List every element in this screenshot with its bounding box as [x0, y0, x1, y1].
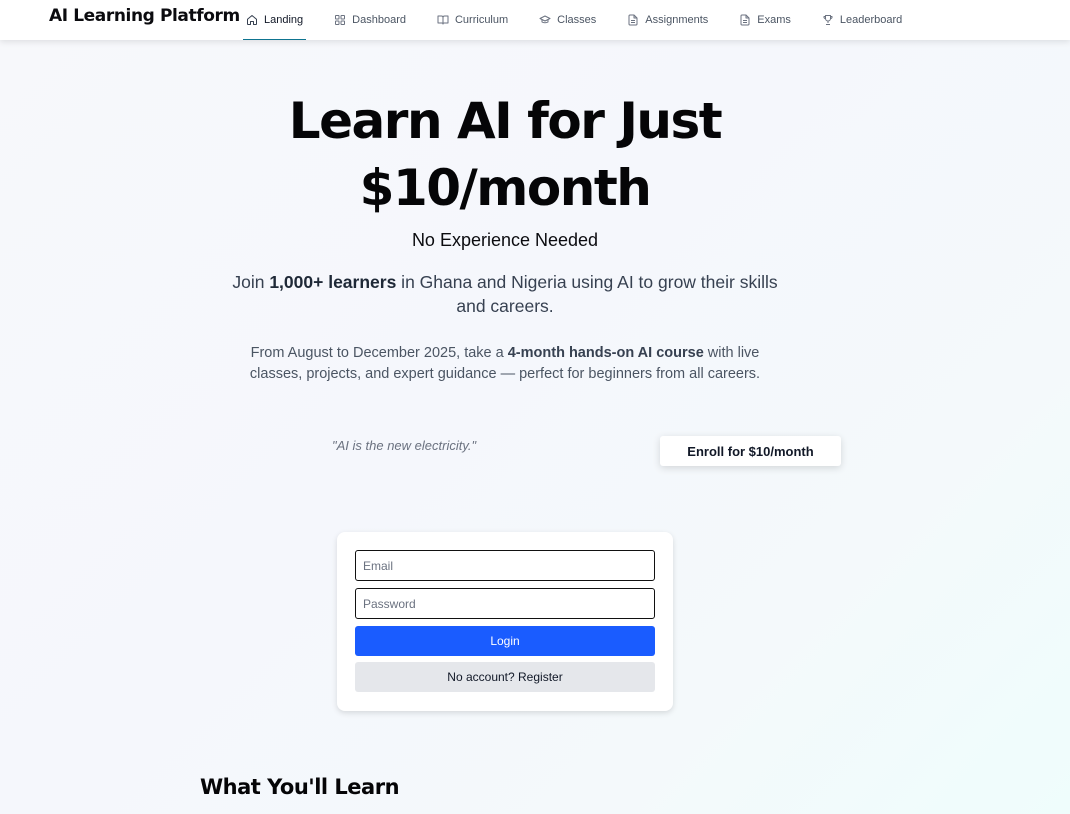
hero-subtitle: No Experience Needed [411, 230, 599, 250]
join-suffix: in Ghana and Nigeria using AI to grow th… [396, 272, 778, 316]
nav-item-label: Classes [557, 14, 597, 26]
nav-item-curriculum[interactable]: Curriculum [434, 0, 511, 40]
enroll-button[interactable]: Enroll for $10/month [660, 436, 841, 466]
book-open-icon [437, 14, 449, 26]
trophy-icon [822, 14, 834, 26]
hero-join-text: Join 1,000+ learners in Ghana and Nigeri… [225, 270, 785, 318]
document-icon [739, 14, 751, 26]
nav-item-dashboard[interactable]: Dashboard [331, 0, 409, 40]
what-you-learn-heading: What You'll Learn [200, 775, 400, 799]
nav-item-label: Exams [757, 14, 791, 26]
join-prefix: Join [232, 272, 270, 292]
password-field[interactable] [355, 588, 655, 619]
login-button[interactable]: Login [355, 626, 655, 656]
graduation-cap-icon [539, 14, 551, 26]
login-card: Login No account? Register [337, 532, 673, 711]
nav-item-label: Landing [264, 14, 304, 26]
nav-item-label: Leaderboard [839, 14, 903, 26]
course-highlight: 4-month hands-on AI course [507, 345, 704, 361]
hero-title: Learn AI for Just $10/month [200, 88, 810, 222]
nav-item-exams[interactable]: Exams [736, 0, 794, 40]
nav-item-landing[interactable]: Landing [243, 0, 307, 40]
home-icon [246, 14, 258, 26]
dashboard-icon [334, 14, 346, 26]
nav-item-assignments[interactable]: Assignments [624, 0, 711, 40]
hero-course-text: From August to December 2025, take a 4-m… [245, 343, 765, 385]
nav-item-label: Curriculum [454, 14, 509, 26]
hero-quote: "AI is the new electricity." [332, 438, 477, 453]
course-prefix: From August to December 2025, take a [250, 345, 508, 361]
email-field[interactable] [355, 550, 655, 581]
top-navbar: AI Learning Platform Landing Dashboard C… [0, 0, 1070, 40]
document-icon [627, 14, 639, 26]
nav-item-label: Dashboard [352, 14, 406, 26]
join-highlight: 1,000+ learners [269, 272, 397, 292]
nav-item-label: Assignments [645, 14, 709, 26]
hero-title-line1: Learn AI for Just [288, 92, 723, 150]
nav-item-classes[interactable]: Classes [536, 0, 599, 40]
register-button[interactable]: No account? Register [355, 662, 655, 692]
hero-title-line2: $10/month [359, 159, 652, 217]
nav-item-leaderboard[interactable]: Leaderboard [819, 0, 905, 40]
main-nav: Landing Dashboard Curriculum Classes Ass… [243, 0, 930, 40]
brand-logo-text[interactable]: AI Learning Platform [49, 6, 240, 26]
